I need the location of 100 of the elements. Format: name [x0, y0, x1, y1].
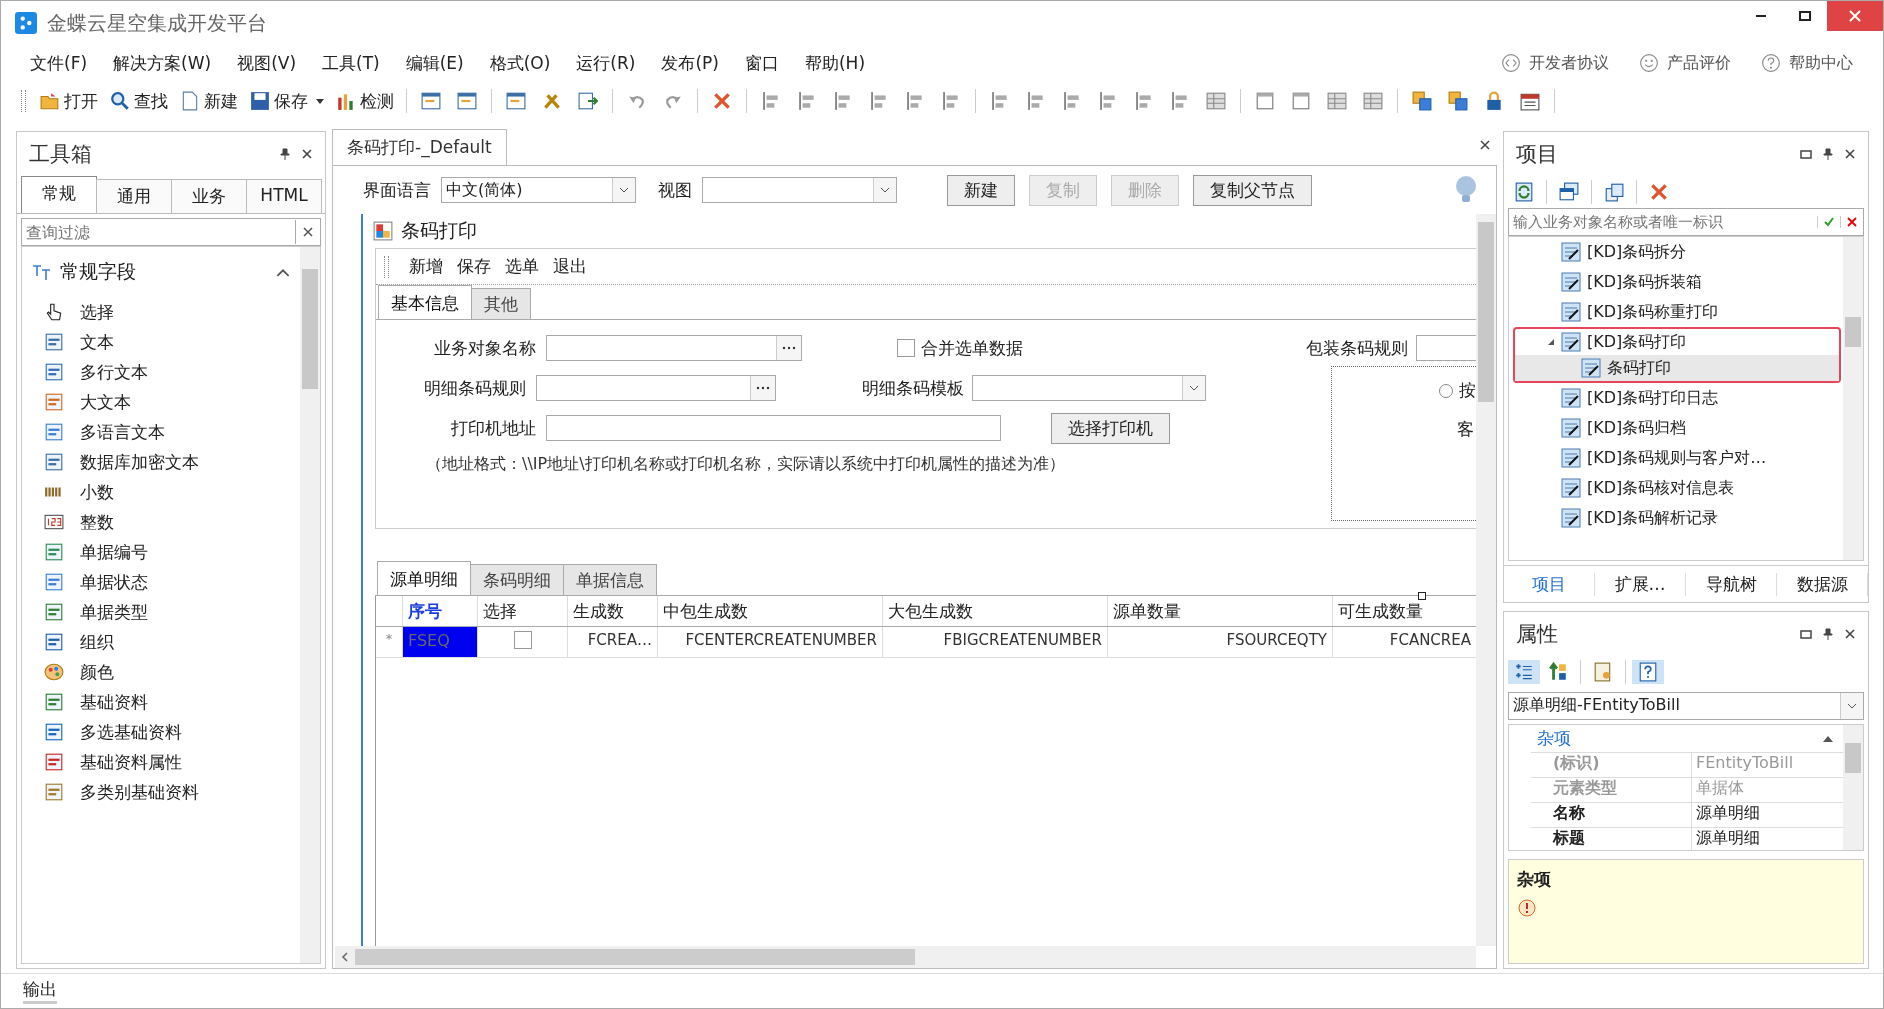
pin-icon[interactable]	[1822, 628, 1834, 640]
close-icon[interactable]	[301, 148, 313, 160]
filter-field[interactable]: 查询过滤	[21, 218, 321, 246]
toolbar-button[interactable]: 保存	[246, 87, 328, 115]
column-header[interactable]: 中包生成数	[658, 596, 883, 626]
column-header[interactable]: 序号	[403, 596, 478, 626]
tree-item[interactable]: [KD]条码归档	[1515, 415, 1839, 441]
restore-icon[interactable]	[1800, 628, 1812, 640]
ellipsis-icon[interactable]	[750, 376, 776, 400]
output-tab[interactable]: 输出	[23, 978, 57, 1004]
menu-item[interactable]: 格式(O)	[476, 51, 564, 75]
form-action[interactable]: 保存	[457, 255, 491, 278]
toolbox-item[interactable]: 多类别基础资料	[22, 777, 300, 807]
scrollbar[interactable]	[1843, 725, 1863, 850]
toolbox-tab[interactable]: 通用	[96, 179, 172, 213]
lightbulb-icon[interactable]	[1454, 175, 1478, 205]
help-icon[interactable]	[1632, 660, 1664, 684]
menu-item[interactable]: 窗口	[731, 51, 792, 75]
scrollbar[interactable]	[300, 247, 320, 963]
scrollbar[interactable]	[335, 946, 1476, 968]
menu-item[interactable]: 工具(T)	[309, 51, 393, 75]
pin-icon[interactable]	[1822, 148, 1834, 160]
toolbox-item[interactable]: 小数	[22, 477, 300, 507]
tree-item[interactable]: [KD]条码打印日志	[1515, 385, 1839, 411]
toolbox-item[interactable]: 多选基础资料	[22, 717, 300, 747]
checkbox[interactable]	[513, 631, 532, 649]
column-header[interactable]: 选择	[478, 596, 568, 626]
dropdown-arrow-icon[interactable]	[316, 98, 324, 104]
tree-item[interactable]: [KD]条码称重打印	[1515, 299, 1839, 325]
menu-item[interactable]: 文件(F)	[17, 51, 101, 75]
toolbox-tab[interactable]: 常规	[21, 176, 97, 213]
menu-item[interactable]: 帮助(H)	[791, 51, 879, 75]
form-action[interactable]: 新增	[409, 255, 443, 278]
toolbar-button[interactable]: 打开	[36, 87, 102, 115]
tree-item[interactable]: 条码打印	[1515, 355, 1839, 381]
panel-tab[interactable]: 项目	[1504, 572, 1595, 596]
toolbox-item[interactable]: 单据类型	[22, 597, 300, 627]
toolbox-item[interactable]: 基础资料	[22, 687, 300, 717]
column-header[interactable]: 大包生成数	[883, 596, 1108, 626]
category-header[interactable]: 杂项	[1537, 727, 1823, 750]
grid-tab[interactable]: 单据信息	[563, 564, 657, 595]
resize-handle[interactable]	[1418, 592, 1426, 600]
toolbox-item[interactable]: 数据库加密文本	[22, 447, 300, 477]
form-action[interactable]: 退出	[553, 255, 587, 278]
template-dropdown[interactable]	[971, 375, 1206, 401]
panel-tab[interactable]: 扩展…	[1595, 572, 1686, 596]
table-cell[interactable]: FCANCREA	[1333, 627, 1476, 657]
document-tab[interactable]: 条码打印-_Default	[332, 129, 507, 165]
pin-icon[interactable]	[279, 148, 291, 160]
header-link[interactable]: 产品评价	[1639, 52, 1731, 74]
panel-tab[interactable]: 数据源	[1777, 572, 1868, 596]
lookup-field[interactable]	[546, 335, 802, 361]
toolbox-item[interactable]: 多行文本	[22, 357, 300, 387]
toolbox-item[interactable]: 单据编号	[22, 537, 300, 567]
close-icon[interactable]	[1479, 139, 1491, 151]
toolbox-item[interactable]: 单据状态	[22, 567, 300, 597]
toolbar-button[interactable]: 检测	[332, 87, 398, 115]
close-button[interactable]	[1827, 1, 1883, 31]
toolbar-button[interactable]: 复制父节点	[1193, 174, 1312, 206]
property-value[interactable]: 源单明细	[1692, 828, 1843, 850]
close-icon[interactable]	[1844, 628, 1856, 640]
table-cell[interactable]: FBIGCREATENUMBER	[883, 627, 1108, 657]
object-search-field[interactable]: 输入业务对象名称或者唯一标识	[1508, 208, 1864, 236]
toolbox-item[interactable]: 整数	[22, 507, 300, 537]
tree-item[interactable]: [KD]条码拆分	[1515, 239, 1839, 265]
close-icon[interactable]	[1844, 148, 1856, 160]
toolbox-item[interactable]: 选择	[22, 297, 300, 327]
scrollbar[interactable]	[1843, 237, 1863, 560]
tree-item[interactable]: [KD]条码打印	[1515, 329, 1839, 355]
toolbox-tab[interactable]: HTML	[246, 179, 322, 213]
toolbox-item[interactable]: 大文本	[22, 387, 300, 417]
menu-item[interactable]: 解决方案(W)	[100, 51, 225, 75]
grid-tab[interactable]: 条码明细	[470, 564, 564, 595]
menu-item[interactable]: 编辑(E)	[392, 51, 477, 75]
language-dropdown[interactable]: 中文(简体)	[441, 177, 636, 203]
tree-item[interactable]: [KD]条码核对信息表	[1515, 475, 1839, 501]
toolbox-item[interactable]: 多语言文本	[22, 417, 300, 447]
printer-address-field[interactable]	[546, 415, 1001, 441]
menu-item[interactable]: 视图(V)	[224, 51, 310, 75]
group-header[interactable]: 常规字段	[22, 247, 300, 297]
header-link[interactable]: 开发者协议	[1501, 52, 1609, 74]
checkbox[interactable]	[897, 339, 915, 357]
collapse-icon[interactable]	[1823, 735, 1833, 742]
lookup-field[interactable]	[536, 375, 777, 401]
collapse-icon[interactable]	[276, 267, 290, 277]
grid-tab[interactable]: 源单明细	[377, 561, 471, 595]
choose-printer-button[interactable]: 选择打印机	[1051, 412, 1170, 444]
toolbox-item[interactable]: 颜色	[22, 657, 300, 687]
tree-item[interactable]: [KD]条码规则与客户对…	[1515, 445, 1839, 471]
toolbar-button[interactable]: 新建	[947, 174, 1015, 206]
property-value[interactable]: 源单明细	[1692, 803, 1843, 827]
table-cell[interactable]: FSOURCEQTY	[1108, 627, 1333, 657]
column-header[interactable]: 源单数量	[1108, 596, 1333, 626]
form-tab[interactable]: 其他	[471, 288, 531, 319]
header-link[interactable]: 帮助中心	[1761, 52, 1853, 74]
object-dropdown[interactable]: 源单明细-FEntityToBill	[1508, 692, 1864, 720]
scrollbar[interactable]	[1476, 214, 1496, 946]
restore-icon[interactable]	[1800, 148, 1812, 160]
toolbox-tab[interactable]: 业务	[171, 179, 247, 213]
toolbox-item[interactable]: 基础资料属性	[22, 747, 300, 777]
